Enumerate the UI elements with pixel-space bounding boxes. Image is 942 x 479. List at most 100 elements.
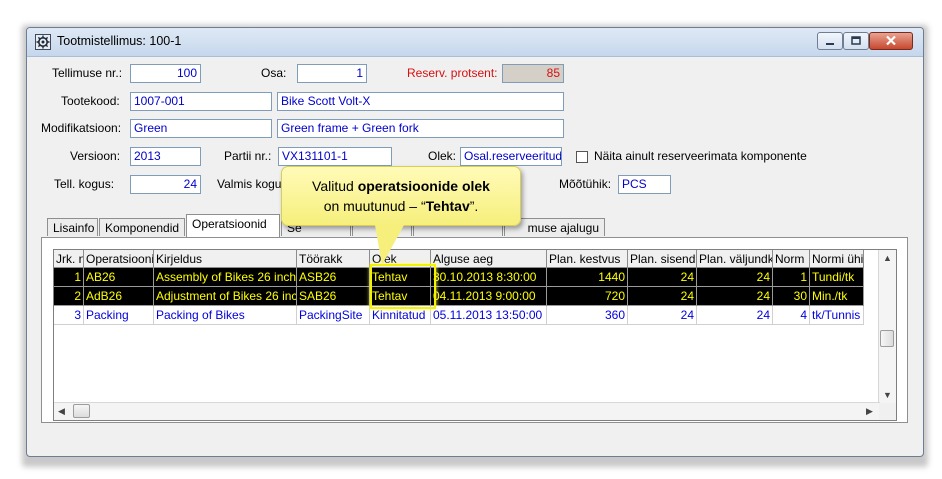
minimize-icon [826, 43, 834, 45]
cell-norm: 4 [773, 306, 810, 325]
order-number-field[interactable]: 100 [130, 64, 201, 83]
column-header-operation[interactable]: Operatsiooni [84, 250, 154, 268]
ordered-quantity-field[interactable]: 24 [130, 175, 201, 194]
product-code-label: Tootekood: [61, 94, 120, 108]
table-row[interactable]: 1 AB26 Assembly of Bikes 26 inch ASB26 T… [54, 268, 872, 287]
callout-bold-text: Tehtav [425, 198, 470, 214]
cell-plan-duration: 720 [547, 287, 628, 306]
vertical-scroll-thumb[interactable] [880, 330, 894, 347]
tab-operatsioonid[interactable]: Operatsioonid [186, 214, 280, 237]
cell-jrk: 3 [54, 306, 84, 325]
batch-number-field[interactable]: VX131101-1 [278, 147, 392, 166]
cell-status: Tehtav [370, 268, 431, 287]
callout-text: Valitud [312, 178, 358, 194]
ordered-quantity-label: Tell. kogus: [54, 177, 115, 191]
tab-komponendid[interactable]: Komponendid [99, 218, 185, 236]
column-header-workcenter[interactable]: Töörakk [297, 250, 370, 268]
cell-operation: AdB26 [84, 287, 154, 306]
gear-icon [35, 34, 51, 50]
cell-norm-unit: tk/Tunnis [810, 306, 864, 325]
show-unreserved-label: Näita ainult reserveerimata komponente [594, 149, 807, 163]
cell-description: Adjustment of Bikes 26 inch [154, 287, 297, 306]
cell-status: Kinnitatud [370, 306, 431, 325]
callout-tooltip: Valitud operatsioonide olek on muutunud … [281, 166, 521, 226]
tab-lisainfo[interactable]: Lisainfo [47, 218, 98, 236]
title-bar[interactable]: Tootmistellimus: 100-1 [27, 28, 923, 57]
cell-operation: Packing [84, 306, 154, 325]
order-number-label: Tellimuse nr.: [52, 66, 123, 80]
cell-start-time: 04.11.2013 9:00:00 [431, 287, 547, 306]
reserve-percent-field: 85 [502, 64, 564, 83]
callout-bold-text: operatsioonide olek [357, 178, 490, 194]
callout-line-2: on muutunud – “Tehtav”. [282, 196, 520, 216]
cell-plan-input: 24 [628, 268, 697, 287]
batch-number-label: Partii nr.: [224, 149, 272, 163]
column-header-plan-input[interactable]: Plan. sisendi [628, 250, 697, 268]
show-unreserved-checkbox[interactable] [576, 151, 588, 163]
cell-norm: 30 [773, 287, 810, 306]
cell-description: Packing of Bikes [154, 306, 297, 325]
cell-plan-duration: 1440 [547, 268, 628, 287]
finished-quantity-label: Valmis kogu [217, 177, 282, 191]
cell-jrk: 1 [54, 268, 84, 287]
scroll-up-icon[interactable]: ▲ [883, 253, 892, 263]
column-header-description[interactable]: Kirjeldus [154, 250, 297, 268]
version-label: Versioon: [70, 149, 121, 163]
cell-norm: 1 [773, 268, 810, 287]
cell-status: Tehtav [370, 287, 431, 306]
cell-workcenter: PackingSite [297, 306, 370, 325]
window-title: Tootmistellimus: 100-1 [57, 34, 182, 48]
part-field[interactable]: 1 [297, 64, 367, 83]
scroll-left-icon[interactable]: ◀ [58, 406, 65, 417]
horizontal-scroll-thumb[interactable] [73, 404, 90, 418]
close-button[interactable] [869, 32, 913, 50]
unit-label: Mõõtühik: [559, 177, 612, 191]
cell-plan-input: 24 [628, 306, 697, 325]
cell-workcenter: ASB26 [297, 268, 370, 287]
column-header-plan-output[interactable]: Plan. väljundk [697, 250, 773, 268]
vertical-scrollbar[interactable]: ▲ ▼ [878, 250, 896, 404]
status-label: Olek: [428, 149, 457, 163]
column-header-norm-unit[interactable]: Normi ühik [810, 250, 864, 268]
unit-field[interactable]: PCS [618, 175, 671, 194]
scroll-corner [879, 403, 896, 420]
cell-start-time: 05.11.2013 13:50:00 [431, 306, 547, 325]
cell-norm-unit: Min./tk [810, 287, 864, 306]
column-header-start-time[interactable]: Alguse aeg [431, 250, 547, 268]
cell-plan-input: 24 [628, 287, 697, 306]
modification-field[interactable]: Green [130, 119, 272, 138]
column-header-jrk[interactable]: Jrk. n [54, 250, 84, 268]
scroll-down-icon[interactable]: ▼ [883, 390, 892, 400]
scroll-right-icon[interactable]: ▶ [866, 406, 873, 417]
column-header-plan-duration[interactable]: Plan. kestvus [547, 250, 628, 268]
cell-plan-output: 24 [697, 268, 773, 287]
cell-workcenter: SAB26 [297, 287, 370, 306]
operations-grid: Jrk. n Operatsiooni Kirjeldus Töörakk Ol… [53, 249, 897, 421]
cell-description: Assembly of Bikes 26 inch [154, 268, 297, 287]
callout-pointer [375, 225, 404, 265]
callout-text: on muutunud – “ [323, 198, 426, 214]
cell-jrk: 2 [54, 287, 84, 306]
maximize-button[interactable] [843, 32, 869, 50]
version-field[interactable]: 2013 [130, 147, 201, 166]
table-row[interactable]: 2 AdB26 Adjustment of Bikes 26 inch SAB2… [54, 287, 872, 306]
cell-plan-output: 24 [697, 306, 773, 325]
product-code-field[interactable]: 1007-001 [130, 92, 272, 111]
cell-start-time: 30.10.2013 8:30:00 [431, 268, 547, 287]
close-icon [886, 35, 896, 46]
minimize-button[interactable] [817, 32, 843, 50]
horizontal-scrollbar[interactable]: ◀ ▶ [54, 402, 880, 420]
product-name-field[interactable]: Bike Scott Volt-X [277, 92, 564, 111]
production-order-window: Tootmistellimus: 100-1 Tellimuse nr.: 10… [26, 27, 924, 457]
maximize-icon [851, 36, 861, 45]
modification-description-field[interactable]: Green frame + Green fork [277, 119, 564, 138]
callout-text: ”. [469, 198, 479, 214]
cell-norm-unit: Tundi/tk [810, 268, 864, 287]
cell-plan-output: 24 [697, 287, 773, 306]
modification-label: Modifikatsioon: [41, 121, 122, 135]
part-label: Osa: [261, 66, 287, 80]
status-field[interactable]: Osal.reserveeritud [460, 147, 562, 166]
column-header-norm[interactable]: Norm [773, 250, 810, 268]
cell-operation: AB26 [84, 268, 154, 287]
table-row[interactable]: 3 Packing Packing of Bikes PackingSite K… [54, 306, 872, 325]
